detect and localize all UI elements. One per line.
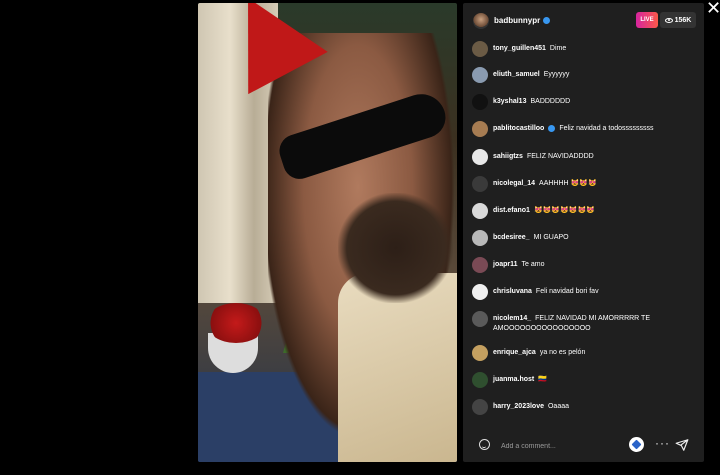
live-chat-panel: badbunnypr LIVE 156K tony_guillen451 Dime… xyxy=(463,3,704,462)
host-name[interactable]: badbunnypr xyxy=(494,16,551,25)
poinsettia-plant xyxy=(206,303,266,343)
commenter-avatar[interactable] xyxy=(472,372,488,388)
comment-text-block: dist.efano1 😻😻😻😻😻😻😻 xyxy=(493,206,693,216)
commenter-avatar[interactable] xyxy=(472,257,488,273)
commenter-avatar[interactable] xyxy=(472,121,488,137)
gift-badge-icon[interactable] xyxy=(629,437,644,452)
commenter-username[interactable]: chrisluvana xyxy=(493,288,532,295)
comment-text-block: joapr11 Te amo xyxy=(493,260,693,270)
commenter-avatar[interactable] xyxy=(472,67,488,83)
comment-text-block: nicolem14_ FELIZ NAVIDAD MI AMORRRRR TE A… xyxy=(493,314,693,334)
comment-message: ya no es pelón xyxy=(539,349,586,356)
live-badge: LIVE xyxy=(636,12,658,28)
commenter-username[interactable]: harry_2023love xyxy=(493,403,544,410)
commenter-avatar[interactable] xyxy=(472,399,488,415)
comment-message: Te amo xyxy=(521,261,545,268)
comment-text-block: tony_guillen451 Dime xyxy=(493,44,693,54)
comments-list: tony_guillen451 Dime eliuth_samuel Eyyyyyy k… xyxy=(463,37,704,423)
comment-message: Oaaaa xyxy=(547,403,570,410)
comment-text-block: sahiigtzs FELIZ NAVIDADDDD xyxy=(493,152,693,162)
comment-text-block: pablitocastilloo Feliz navidad a todossss… xyxy=(493,124,693,134)
viewer-count-badge[interactable]: 156K xyxy=(660,12,696,28)
commenter-username[interactable]: joapr11 xyxy=(493,261,518,268)
host-avatar[interactable] xyxy=(473,13,489,29)
comment-message: Eyyyyyy xyxy=(543,71,570,78)
commenter-username[interactable]: eliuth_samuel xyxy=(493,71,540,78)
commenter-username[interactable]: sahiigtzs xyxy=(493,153,523,160)
comment-input[interactable] xyxy=(499,437,623,455)
comment-message: FELIZ NAVIDADDDD xyxy=(526,153,594,160)
commenter-username[interactable]: nicolegal_14 xyxy=(493,180,535,187)
comment-message: BADDDDDD xyxy=(530,98,571,105)
viewer-count: 156K xyxy=(674,16,692,24)
commenter-avatar[interactable] xyxy=(472,94,488,110)
commenter-avatar[interactable] xyxy=(472,345,488,361)
send-icon[interactable] xyxy=(675,438,689,452)
commenter-avatar[interactable] xyxy=(472,41,488,57)
comment-text-block: nicolegal_14 AAHHHH 😻😻😻 xyxy=(493,179,693,189)
comment-text-block: eliuth_samuel Eyyyyyy xyxy=(493,70,693,80)
comment-text-block: chrisluvana Feli navidad bori fav xyxy=(493,287,693,297)
commenter-avatar[interactable] xyxy=(472,176,488,192)
verified-icon xyxy=(548,124,556,132)
close-icon[interactable]: ✕ xyxy=(706,0,720,17)
commenter-username[interactable]: nicolem14_ xyxy=(493,315,531,322)
commenter-avatar[interactable] xyxy=(472,149,488,165)
verified-icon xyxy=(543,17,551,25)
comment-message: AAHHHH 😻😻😻 xyxy=(539,180,597,187)
comment-message: MI GUAPO xyxy=(533,234,569,241)
comment-text-block: k3yshal13 BADDDDDD xyxy=(493,97,693,107)
emoji-icon[interactable] xyxy=(479,439,490,450)
comment-text-block: harry_2023love Oaaaa xyxy=(493,402,693,412)
commenter-avatar[interactable] xyxy=(472,230,488,246)
comment-message: 😻😻😻😻😻😻😻 xyxy=(533,207,595,214)
comment-bar: ··· xyxy=(463,428,704,462)
commenter-username[interactable]: dist.efano1 xyxy=(493,207,530,214)
comment-message: Feli navidad bori fav xyxy=(535,288,599,295)
commenter-username[interactable]: enrique_ajca xyxy=(493,349,536,356)
comment-text-block: bcdesiree_ MI GUAPO xyxy=(493,233,693,243)
live-video[interactable] xyxy=(198,3,457,462)
comment-message: Dime xyxy=(549,45,567,52)
comment-message: Feliz navidad a todosssssssss xyxy=(559,125,654,132)
commenter-avatar[interactable] xyxy=(472,203,488,219)
commenter-username[interactable]: k3yshal13 xyxy=(493,98,526,105)
host-name-text[interactable]: badbunnypr xyxy=(494,16,540,25)
streamer-beard xyxy=(338,193,453,303)
commenter-username[interactable]: pablitocastilloo xyxy=(493,125,544,132)
live-header: badbunnypr LIVE 156K xyxy=(463,3,704,37)
commenter-username[interactable]: bcdesiree_ xyxy=(493,234,530,241)
more-options-icon[interactable]: ··· xyxy=(655,436,670,450)
commenter-avatar[interactable] xyxy=(472,284,488,300)
commenter-username[interactable]: tony_guillen451 xyxy=(493,45,546,52)
comment-text-block: juanma.host 🇨🇴 xyxy=(493,375,693,385)
eye-icon xyxy=(664,17,673,23)
commenter-avatar[interactable] xyxy=(472,311,488,327)
commenter-username[interactable]: juanma.host xyxy=(493,376,534,383)
comment-text-block: enrique_ajca ya no es pelón xyxy=(493,348,693,358)
comment-message: 🇨🇴 xyxy=(538,376,547,383)
